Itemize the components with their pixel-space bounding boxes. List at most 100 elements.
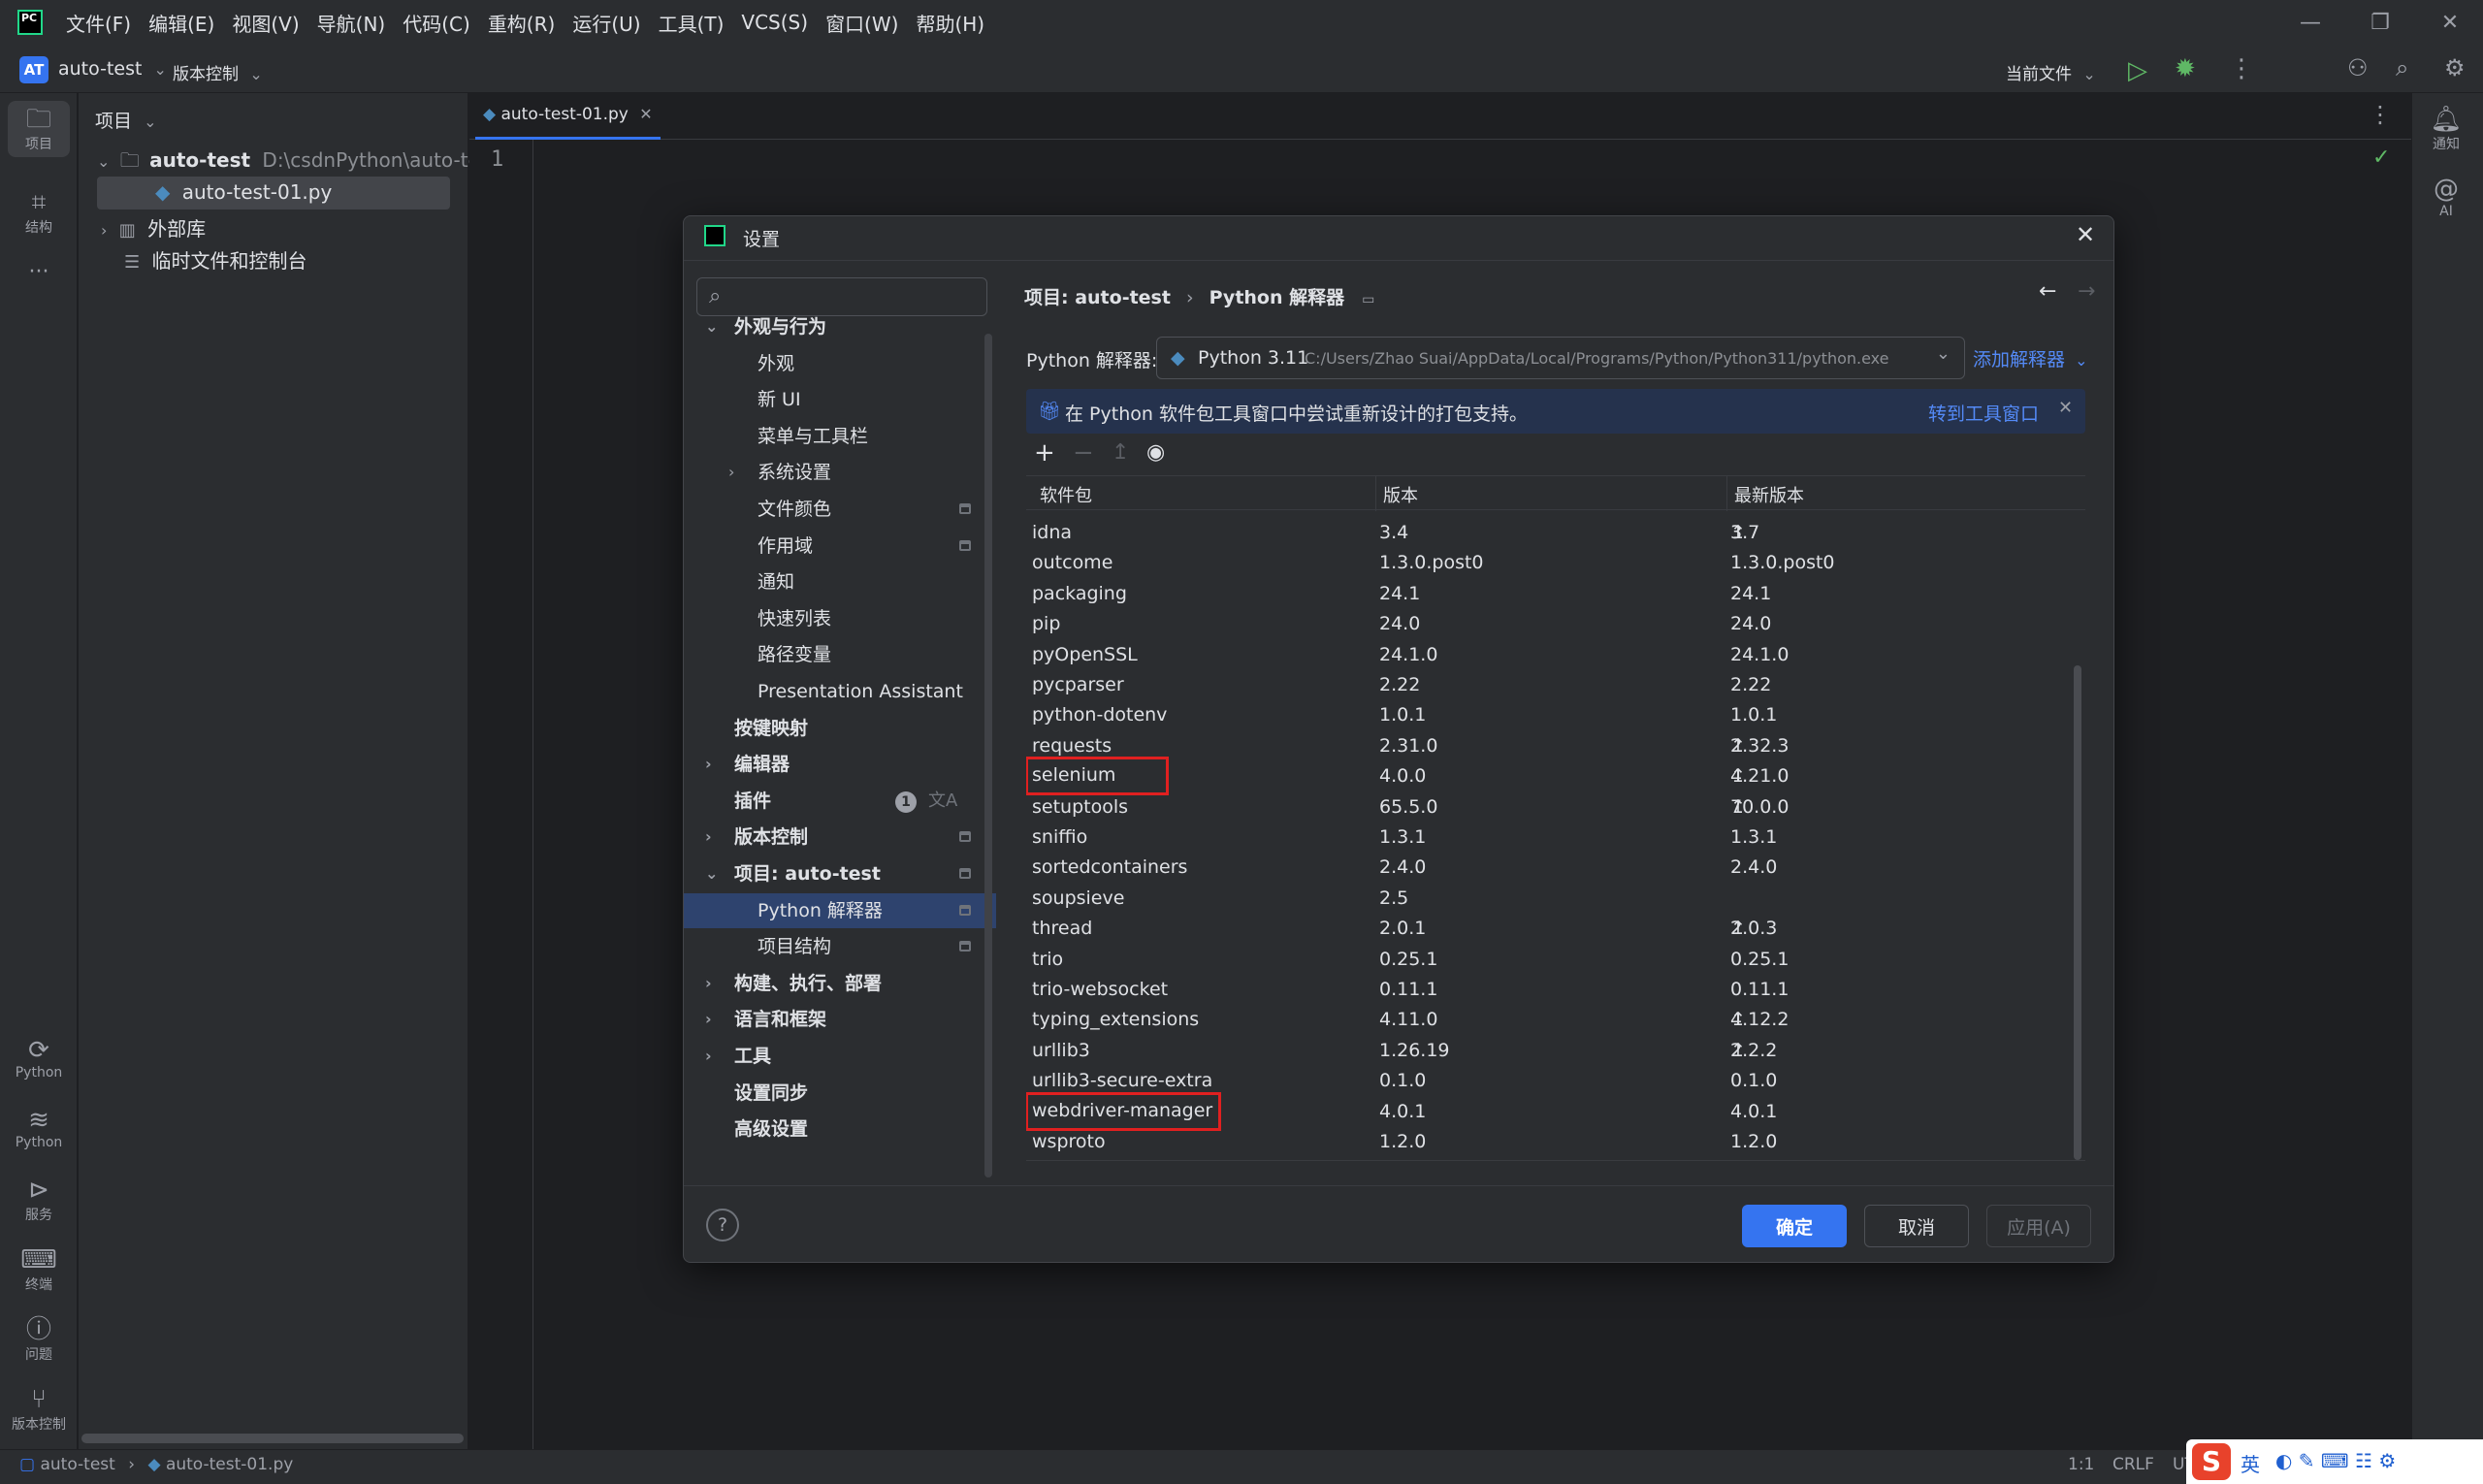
settings-nav-item[interactable]: › 构建、执行、部署 [684,966,996,1001]
menu-run[interactable]: 运行(U) [572,9,640,37]
tool-python-console[interactable]: ⟳ Python [8,1038,70,1081]
settings-nav-item[interactable]: 文件颜色 [684,492,996,527]
run-config-selector[interactable]: 当前文件 ⌄ [2006,60,2096,84]
apply-button[interactable]: 应用(A) [1986,1205,2091,1247]
tool-vcs[interactable]: ⑂ 版本控制 [8,1387,70,1434]
run-icon[interactable]: ▷ [2128,56,2147,85]
minimize-window-icon[interactable]: — [2275,0,2345,45]
col-latest[interactable]: 最新版本 [1734,482,1804,507]
tree-file[interactable]: ◆ auto-test-01.py [155,180,332,204]
package-table-scrollbar[interactable] [2074,665,2081,1160]
tool-python-packages[interactable]: ≋ Python [8,1108,70,1150]
settings-nav-item[interactable]: › 编辑器 [684,747,996,782]
menu-tools[interactable]: 工具(T) [659,9,725,37]
tool-terminal[interactable]: ⌨ 终端 [8,1247,70,1294]
close-dialog-icon[interactable]: ✕ [2076,223,2095,246]
table-row[interactable]: idna 3.4 ↥ 3.7 [1026,518,2074,549]
menu-edit[interactable]: 编辑(E) [148,9,214,37]
settings-nav-item[interactable]: 设置同步 [684,1076,996,1111]
settings-nav-item[interactable]: 通知 [684,565,996,599]
tool-problems[interactable]: ⓘ 问题 [8,1317,70,1364]
tree-scratches[interactable]: ☰ 临时文件和控制台 [124,245,307,274]
menu-file[interactable]: 文件(F) [66,9,131,37]
settings-nav-item[interactable]: › 工具 [684,1039,996,1074]
tool-ai[interactable]: @ AI [2415,177,2477,219]
settings-nav-item[interactable]: Python 解释器 [684,892,996,928]
settings-nav-item[interactable]: Presentation Assistant [684,674,996,709]
table-row[interactable]: soupsieve 2.5 [1026,884,2074,915]
project-panel-title[interactable]: 项目 ⌄ [95,107,156,133]
settings-nav-item[interactable]: › 版本控制 [684,820,996,855]
col-version[interactable]: 版本 [1383,482,1418,507]
restore-window-icon[interactable]: ❐ [2345,0,2415,45]
tool-structure[interactable]: ⌗ 结构 [8,190,70,237]
interpreter-select[interactable]: ◆ Python 3.11 C:/Users/Zhao Suai/AppData… [1156,337,1965,379]
close-window-icon[interactable]: ✕ [2415,0,2483,45]
table-row[interactable]: sniffio 1.3.1 1.3.1 [1026,823,2074,854]
project-switcher[interactable]: auto-test ⌄ [58,58,167,80]
close-tab-icon[interactable]: ✕ [639,107,652,122]
settings-nav-item[interactable]: ⌄ 外观与行为 [684,309,996,344]
menu-code[interactable]: 代码(C) [403,9,470,37]
help-button[interactable]: ? [706,1209,739,1242]
caret-position[interactable]: 1:1 [2068,1455,2094,1474]
tree-root[interactable]: ⌄ 🗀 auto-test D:\csdnPython\auto-test [97,148,498,172]
vcs-widget[interactable]: 版本控制 ⌄ [173,60,263,84]
table-row[interactable]: outcome 1.3.0.post0 1.3.0.post0 [1026,548,2074,579]
add-package-icon[interactable]: + [1034,440,1055,466]
table-row[interactable]: trio-websocket 0.11.1 0.11.1 [1026,975,2074,1006]
ime-toolbar[interactable]: S 英 ◐ ✎ ⌨ ☷ ⚙ [2186,1439,2483,1484]
settings-nav-item[interactable]: 项目结构 [684,929,996,964]
horizontal-scrollbar[interactable] [81,1434,464,1443]
table-row[interactable]: requests 2.31.0 ↥ 2.32.3 [1026,731,2074,762]
settings-nav-item[interactable]: 插件 1 文A [684,784,996,819]
project-badge[interactable]: AT [19,56,48,83]
settings-nav-scrollbar[interactable] [984,334,992,1178]
settings-nav-item[interactable]: 路径变量 [684,637,996,672]
more-tools-icon[interactable]: ··· [8,260,70,284]
table-row[interactable]: setuptools 65.5.0 ↥ 70.0.0 [1026,792,2074,823]
menu-vcs[interactable]: VCS(S) [741,11,808,34]
menu-refactor[interactable]: 重构(R) [488,9,556,37]
settings-nav-item[interactable]: 新 UI [684,382,996,417]
menu-window[interactable]: 窗口(W) [825,9,898,37]
settings-nav-item[interactable]: › 语言和框架 [684,1002,996,1037]
breadcrumb-project[interactable]: 项目: auto-test [1024,287,1171,308]
col-package[interactable]: 软件包 [1040,482,1092,507]
show-early-releases-eye-icon[interactable]: ◉ [1146,442,1165,464]
table-row[interactable]: trio 0.25.1 0.25.1 [1026,945,2074,976]
tool-notifications[interactable]: 🔔︎ 通知 [2415,107,2477,153]
settings-nav-item[interactable]: 外观 [684,346,996,381]
table-row[interactable]: thread 2.0.1 ↥ 2.0.3 [1026,914,2074,945]
table-row[interactable]: selenium 4.0.0 ↥ 4.21.0 [1026,757,2074,796]
forward-arrow-icon[interactable]: → [2078,281,2095,303]
search-icon[interactable]: ⌕ [2396,56,2408,80]
banner-link[interactable]: 转到工具窗口 [1928,400,2039,426]
close-banner-icon[interactable]: ✕ [2058,400,2073,417]
tool-services[interactable]: ⊳ 服务 [8,1178,70,1224]
menu-navigate[interactable]: 导航(N) [317,9,386,37]
editor-tab[interactable]: ◆ auto-test-01.py ✕ [475,101,661,140]
table-row[interactable]: urllib3-secure-extra 0.1.0 0.1.0 [1026,1066,2074,1097]
line-separator[interactable]: CRLF [2112,1455,2154,1474]
settings-nav-item[interactable]: ⌄ 项目: auto-test [684,856,996,891]
table-row[interactable]: packaging 24.1 24.1 [1026,579,2074,610]
more-actions-icon[interactable]: ⋮ [2229,56,2254,81]
back-arrow-icon[interactable]: ← [2039,281,2056,303]
upgrade-package-icon[interactable]: ↥ [1112,442,1129,464]
ok-button[interactable]: 确定 [1742,1205,1847,1247]
menu-view[interactable]: 视图(V) [232,9,299,37]
table-row[interactable]: pip 24.0 24.0 [1026,609,2074,640]
tool-project[interactable]: 🗀 项目 [8,101,70,157]
remove-package-icon[interactable]: − [1073,440,1094,466]
tree-external-libs[interactable]: › ▥ 外部库 [101,213,206,242]
settings-nav-item[interactable]: › 系统设置 [684,455,996,490]
table-row[interactable]: sortedcontainers 2.4.0 2.4.0 [1026,853,2074,884]
table-row[interactable]: pyOpenSSL 24.1.0 24.1.0 [1026,640,2074,671]
table-row[interactable]: pycparser 2.22 2.22 [1026,670,2074,701]
table-row[interactable]: urllib3 1.26.19 ↥ 2.2.2 [1026,1036,2074,1067]
menu-help[interactable]: 帮助(H) [916,9,984,37]
add-interpreter-link[interactable]: 添加解释器 ⌄ [1973,345,2087,371]
table-row[interactable]: wsproto 1.2.0 1.2.0 [1026,1127,2074,1158]
settings-nav-item[interactable]: 高级设置 [684,1112,996,1146]
